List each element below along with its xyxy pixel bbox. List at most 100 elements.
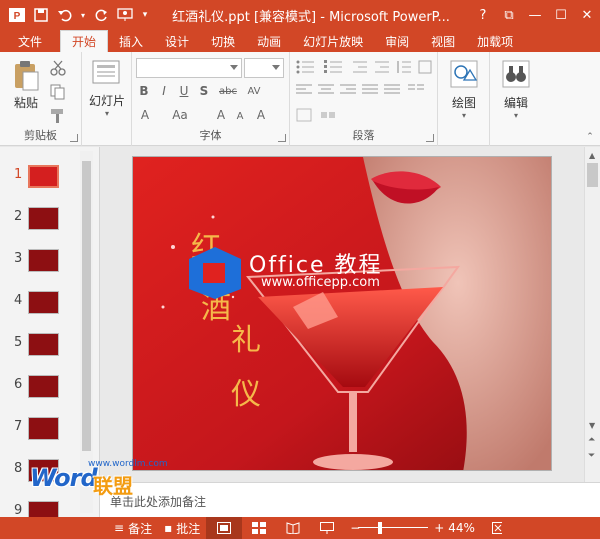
tab-file[interactable]: 文件 xyxy=(0,30,61,52)
decrease-indent-icon[interactable] xyxy=(352,60,368,77)
editing-dropdown-icon[interactable]: ▾ xyxy=(511,110,521,120)
align-center-icon[interactable] xyxy=(318,84,334,99)
paste-button[interactable]: 粘贴 xyxy=(8,94,44,111)
italic-icon[interactable]: I xyxy=(156,82,172,100)
font-size-combo[interactable] xyxy=(244,58,284,78)
increase-font-icon[interactable]: A xyxy=(212,106,230,124)
collapse-ribbon-icon[interactable]: ⌃ xyxy=(584,132,596,142)
change-case-icon[interactable]: Aa xyxy=(166,106,194,124)
tab-design[interactable]: 设计 xyxy=(154,30,200,52)
drawing-button[interactable]: 绘图 xyxy=(438,94,490,111)
text-direction-icon[interactable] xyxy=(418,60,432,77)
reading-view-button[interactable] xyxy=(276,517,310,539)
slide-thumbnail[interactable]: 2 xyxy=(0,203,80,237)
slide-scrollbar[interactable]: ▲ ▼ ⏶ ⏷ xyxy=(584,147,600,482)
line-spacing-icon[interactable] xyxy=(396,60,412,77)
customize-qat-icon[interactable]: ▾ xyxy=(138,4,152,26)
tab-view[interactable]: 视图 xyxy=(420,30,466,52)
font-launcher-icon[interactable] xyxy=(278,134,286,142)
zoom-slider[interactable] xyxy=(358,517,429,539)
slide-thumbnail[interactable]: 5 xyxy=(0,329,80,363)
slide-sorter-button[interactable] xyxy=(242,517,276,539)
zoom-level[interactable]: 44% xyxy=(442,517,486,539)
thumbnail-image xyxy=(28,417,59,440)
slide-thumbnail[interactable]: 4 xyxy=(0,287,80,321)
new-slide-icon[interactable] xyxy=(92,60,120,89)
columns-icon[interactable] xyxy=(408,84,424,99)
powerpoint-logo-icon[interactable]: P xyxy=(6,4,28,26)
find-binoculars-icon[interactable] xyxy=(502,60,530,91)
thumbnails-scroll-thumb[interactable] xyxy=(82,161,91,451)
notes-toggle-button[interactable]: ≡ 备注 xyxy=(108,517,158,539)
notes-pane[interactable]: 单击此处添加备注 xyxy=(100,482,600,517)
ribbon-display-options-button[interactable]: ⧉ xyxy=(496,0,522,30)
slide-scroll-thumb[interactable] xyxy=(587,163,598,187)
slide-thumbnail[interactable]: 3 xyxy=(0,245,80,279)
clipboard-group: 粘贴 剪贴板 xyxy=(0,52,82,146)
clipboard-launcher-icon[interactable] xyxy=(70,134,78,142)
tab-slideshow[interactable]: 幻灯片放映 xyxy=(292,30,374,52)
align-right-icon[interactable] xyxy=(340,84,356,99)
thumbnail-image xyxy=(28,333,59,356)
next-slide-icon[interactable]: ⏷ xyxy=(588,451,595,461)
close-button[interactable]: ✕ xyxy=(574,0,600,30)
bullets-icon[interactable] xyxy=(296,60,316,77)
font-name-combo[interactable] xyxy=(136,58,242,78)
paragraph-launcher-icon[interactable] xyxy=(426,134,434,142)
comments-toggle-button[interactable]: ▪ 批注 xyxy=(158,517,206,539)
character-spacing-icon[interactable]: AV xyxy=(242,82,266,100)
editing-button[interactable]: 编辑 xyxy=(490,94,542,111)
tab-addins[interactable]: 加载项 xyxy=(466,30,524,52)
previous-slide-icon[interactable]: ⏶ xyxy=(588,435,595,445)
strikethrough-icon[interactable]: abc xyxy=(216,82,240,100)
bold-icon[interactable]: B xyxy=(136,82,152,100)
new-slide-button[interactable]: 幻灯片 xyxy=(82,92,132,109)
slide-thumbnail[interactable]: 9 xyxy=(0,497,80,517)
quick-access-toolbar: P ▾ ▾ xyxy=(0,4,152,26)
cut-icon[interactable] xyxy=(50,60,66,79)
align-left-icon[interactable] xyxy=(296,84,312,99)
slideshow-button[interactable] xyxy=(310,517,344,539)
smartart-icon[interactable] xyxy=(320,108,336,125)
slide-thumbnail[interactable]: 6 xyxy=(0,371,80,405)
minimize-button[interactable]: — xyxy=(522,0,548,30)
help-button[interactable]: ? xyxy=(470,0,496,30)
scroll-up-icon[interactable]: ▲ xyxy=(589,151,595,160)
redo-icon[interactable] xyxy=(90,4,112,26)
maximize-button[interactable]: ☐ xyxy=(548,0,574,30)
distributed-icon[interactable] xyxy=(384,84,400,99)
font-color-icon[interactable]: A xyxy=(136,106,154,124)
zoom-slider-thumb[interactable] xyxy=(378,522,383,534)
slide-thumbnail[interactable]: 1 xyxy=(0,161,80,195)
normal-view-button[interactable] xyxy=(206,517,243,539)
paste-icon[interactable] xyxy=(12,60,40,95)
text-shadow-icon[interactable]: S xyxy=(196,82,212,100)
undo-dropdown-icon[interactable]: ▾ xyxy=(78,4,88,26)
format-painter-icon[interactable] xyxy=(50,108,66,127)
drawing-dropdown-icon[interactable]: ▾ xyxy=(459,110,469,120)
align-text-icon[interactable] xyxy=(296,108,312,125)
tab-transitions[interactable]: 切换 xyxy=(200,30,246,52)
fit-to-window-icon[interactable] xyxy=(486,517,508,539)
zoom-out-icon[interactable]: − xyxy=(344,517,360,539)
tab-home[interactable]: 开始 xyxy=(60,30,109,52)
save-icon[interactable] xyxy=(30,4,52,26)
scroll-down-icon[interactable]: ▼ xyxy=(589,421,595,430)
slide-thumbnail[interactable]: 7 xyxy=(0,413,80,447)
justify-icon[interactable] xyxy=(362,84,378,99)
current-slide[interactable]: 红 酒 礼 仪 Office 教程 www.officepp.com xyxy=(132,156,552,471)
tab-animations[interactable]: 动画 xyxy=(246,30,292,52)
copy-icon[interactable] xyxy=(50,84,66,103)
increase-indent-icon[interactable] xyxy=(374,60,390,77)
shapes-icon[interactable] xyxy=(450,60,478,91)
undo-icon[interactable] xyxy=(54,4,76,26)
new-slide-dropdown-icon[interactable]: ▾ xyxy=(102,108,112,118)
start-slideshow-icon[interactable] xyxy=(114,4,136,26)
decrease-font-icon[interactable]: A xyxy=(232,108,248,124)
tab-insert[interactable]: 插入 xyxy=(108,30,154,52)
zoom-in-icon[interactable]: + xyxy=(428,517,444,539)
numbering-icon[interactable] xyxy=(324,60,344,77)
underline-icon[interactable]: U xyxy=(176,82,192,100)
clear-formatting-icon[interactable]: A xyxy=(252,106,270,124)
tab-review[interactable]: 审阅 xyxy=(374,30,420,52)
